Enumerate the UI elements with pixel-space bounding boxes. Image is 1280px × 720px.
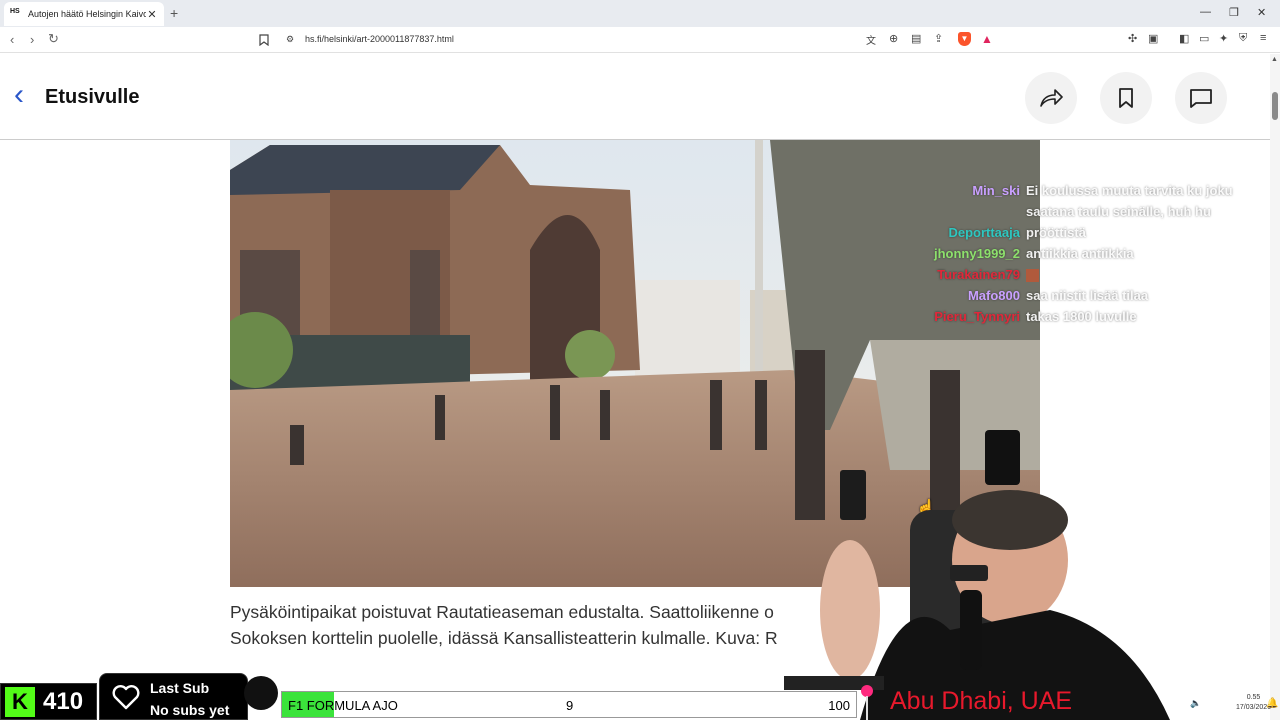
tab-bar: HS Autojen häätö Helsingin Kaivokadulta … — [0, 0, 1280, 27]
stream-chat-overlay: Min_ski Ei koulussa muuta tarvita ku jok… — [900, 180, 1270, 327]
chat-message: Mafo800 saa niistit lisää tilaa — [900, 285, 1270, 306]
map-pin-icon — [861, 685, 873, 720]
tab-manager-icon[interactable]: ▣ — [1148, 32, 1158, 45]
overlay-circle — [244, 676, 278, 710]
chat-message: jhonny1999_2 antiikkia antiikkia — [900, 243, 1270, 264]
chat-username: Pieru_Tynnyri — [934, 309, 1020, 324]
translate-icon[interactable]: 文 — [866, 32, 876, 47]
notification-icon[interactable]: 🔔 — [1266, 698, 1278, 709]
extensions-icon[interactable]: ✣ — [1128, 32, 1137, 45]
chat-text: antiikkia antiikkia — [1026, 246, 1134, 261]
f1-label: F1 FORMULA AJO — [288, 698, 398, 713]
hs-favicon: HS — [10, 8, 20, 15]
chat-username: jhonny1999_2 — [934, 246, 1020, 261]
scroll-thumb[interactable] — [1272, 92, 1278, 120]
vpn-icon[interactable]: ⛨ — [1239, 32, 1247, 45]
caption-line-2: Sokoksen korttelin puolelle, idässä Kans… — [230, 628, 778, 648]
volume-icon[interactable]: 🔈 — [1190, 698, 1201, 709]
chat-username: Min_ski — [972, 183, 1020, 198]
tab-title: Autojen häätö Helsingin Kaivokadulta — [28, 9, 146, 19]
chat-text: prööttistä — [1026, 225, 1086, 240]
chat-message: Min_ski Ei koulussa muuta tarvita ku jok… — [900, 180, 1270, 222]
menu-icon[interactable]: ≡ — [1260, 32, 1266, 44]
last-sub-widget: Last Sub No subs yet — [99, 673, 248, 720]
chat-text: takas 1800 luvulle — [1026, 309, 1137, 324]
window-close-icon[interactable]: ✕ — [1257, 6, 1266, 19]
scroll-up-arrow-icon[interactable]: ▲ — [1271, 56, 1278, 63]
back-chevron-icon[interactable]: ‹ — [14, 80, 24, 110]
forward-icon[interactable]: › — [30, 32, 34, 47]
comments-button[interactable] — [1175, 72, 1227, 124]
chat-text: saa niistit lisää tilaa — [1026, 288, 1149, 303]
chat-username: Deporttaaja — [948, 225, 1020, 240]
screen: HS Autojen häätö Helsingin Kaivokadulta … — [0, 0, 1280, 720]
viewer-count: 410 — [43, 687, 84, 715]
heart-icon — [112, 685, 140, 710]
address-toolbar: ‹ › ↻ ⚙ hs.fi/helsinki/art-2000011877837… — [0, 27, 1280, 53]
bookmark-icon — [1119, 88, 1133, 108]
location-banner: Abu Dhabi, UAE — [784, 676, 1156, 720]
page-scrollbar[interactable] — [1270, 54, 1280, 720]
chat-username: Turakainen79 — [937, 267, 1020, 282]
wallet-icon[interactable]: ▭ — [1199, 32, 1209, 45]
bookmark-page-icon[interactable] — [259, 34, 269, 46]
zoom-icon[interactable]: ⊕ — [889, 32, 898, 45]
kick-viewer-counter: K 410 — [0, 683, 97, 720]
leo-ai-icon[interactable]: ✦ — [1219, 32, 1228, 45]
caption-line-1: Pysäköintipaikat poistuvat Rautatieasema… — [230, 602, 774, 622]
bookmark-button[interactable] — [1100, 72, 1152, 124]
share-page-icon[interactable]: ⇪ — [934, 32, 943, 45]
brave-shields-icon[interactable]: ▼ — [958, 32, 971, 46]
browser-tab[interactable]: HS Autojen häätö Helsingin Kaivokadulta … — [4, 2, 164, 26]
location-text: Abu Dhabi, UAE — [890, 687, 1073, 715]
new-tab-icon[interactable]: + — [170, 5, 178, 21]
restore-icon[interactable]: ❐ — [1229, 6, 1239, 19]
chat-text: Ei koulussa muuta tarvita ku joku saatan… — [1026, 183, 1233, 219]
site-info-icon[interactable]: ⚙ — [286, 34, 294, 45]
image-caption: Pysäköintipaikat poistuvat Rautatieasema… — [230, 599, 830, 651]
brave-rewards-icon[interactable]: ▲ — [981, 32, 993, 46]
last-sub-value: No subs yet — [150, 702, 230, 718]
url-field[interactable]: hs.fi/helsinki/art-2000011877837.html — [305, 34, 454, 44]
share-icon — [1040, 89, 1063, 107]
tab-close-icon[interactable]: ✕ — [146, 8, 158, 21]
reader-icon[interactable]: ▤ — [911, 32, 921, 45]
minimize-icon[interactable]: — — [1200, 6, 1211, 18]
last-sub-title: Last Sub — [150, 680, 210, 696]
chat-message: Turakainen79 — [900, 264, 1270, 285]
back-icon[interactable]: ‹ — [10, 32, 14, 47]
chat-message: Deporttaaja prööttistä — [900, 222, 1270, 243]
site-header: ‹ Etusivulle — [0, 54, 1270, 140]
back-to-frontpage-link[interactable]: Etusivulle — [45, 86, 139, 109]
kick-logo-icon: K — [5, 686, 35, 717]
f1-progress-bar: F1 FORMULA AJO 9 100 — [281, 691, 857, 718]
chat-username: Mafo800 — [967, 288, 1020, 303]
share-button[interactable] — [1025, 72, 1077, 124]
chat-text — [1026, 264, 1262, 285]
f1-current-value: 9 — [566, 698, 574, 713]
comment-icon — [1190, 89, 1212, 108]
reload-icon[interactable]: ↻ — [48, 31, 59, 47]
sidebar-icon[interactable]: ◧ — [1179, 32, 1189, 45]
system-tray: 🔈 0.55 17/03/2026 🔔 — [1160, 690, 1280, 720]
chat-message: Pieru_Tynnyri takas 1800 luvulle — [900, 306, 1270, 327]
emote-icon — [1026, 269, 1039, 283]
